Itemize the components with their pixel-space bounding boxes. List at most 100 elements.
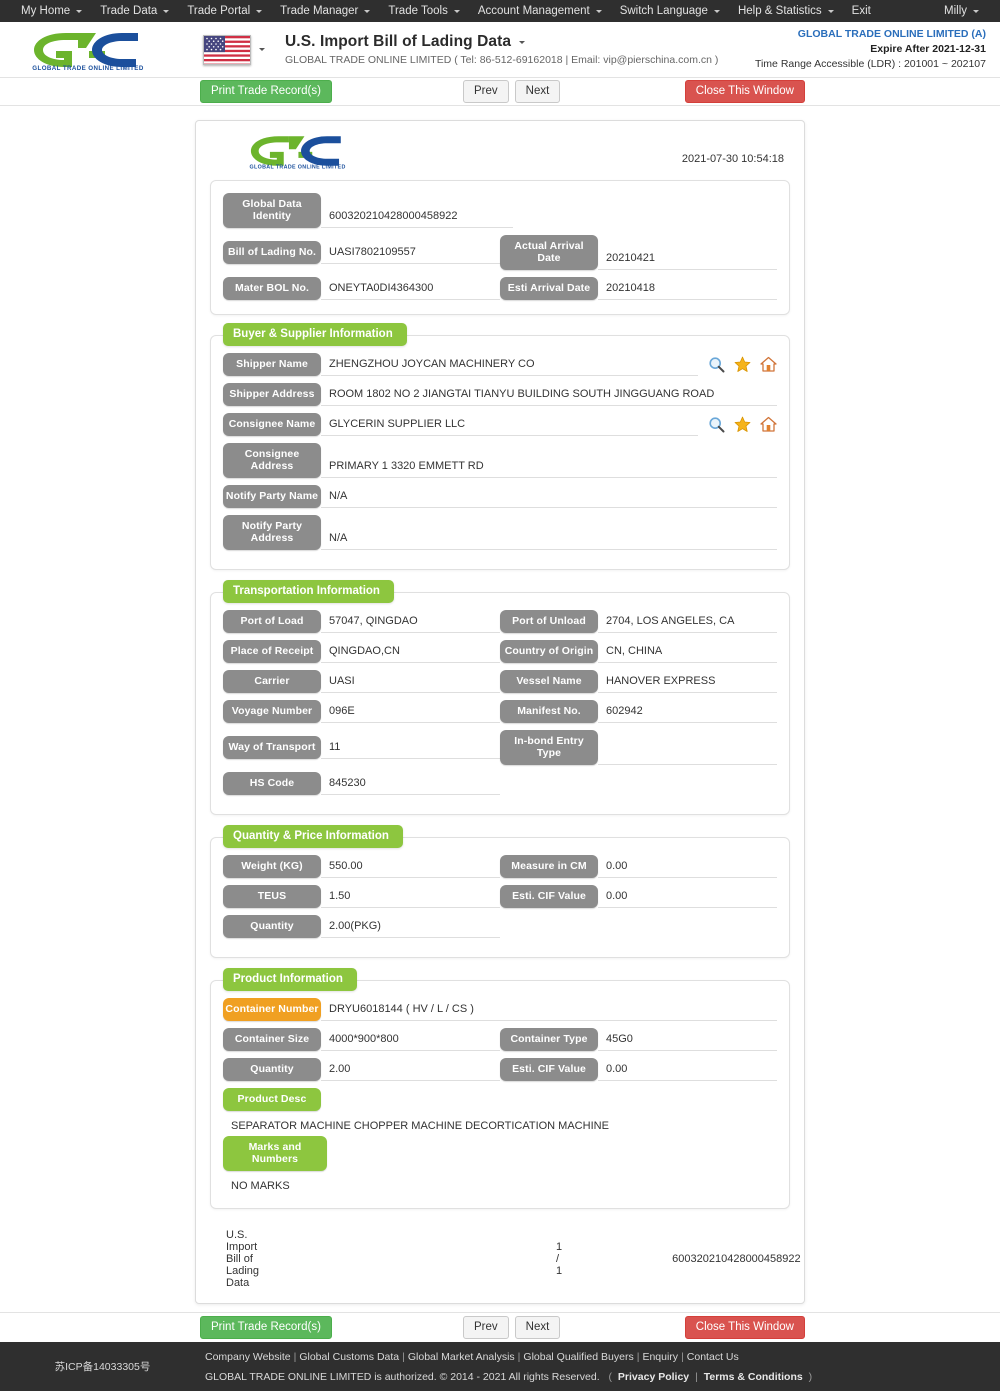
field-row: Weight (KG) 550.00 Measure in CM 0.00 bbox=[223, 855, 777, 878]
toolbar-top: Print Trade Record(s) Prev Next Close Th… bbox=[0, 78, 1000, 106]
chevron-down-icon bbox=[364, 9, 371, 13]
print-trade-records-button-bottom[interactable]: Print Trade Record(s) bbox=[200, 1316, 332, 1339]
field-row: TEUS 1.50 Esti. CIF Value 0.00 bbox=[223, 885, 777, 908]
footer-link-contact-us[interactable]: Contact Us bbox=[687, 1351, 739, 1363]
label-marks-and-numbers: Marks and Numbers bbox=[223, 1136, 327, 1171]
value-bill-of-lading-no: UASI7802109557 bbox=[321, 246, 500, 264]
account-name[interactable]: GLOBAL TRADE ONLINE LIMITED (A) bbox=[755, 27, 986, 42]
footer-link-global-customs-data[interactable]: Global Customs Data bbox=[299, 1351, 399, 1363]
footer-link-global-market-analysis[interactable]: Global Market Analysis bbox=[408, 1351, 515, 1363]
user-menu-item[interactable]: Milly bbox=[935, 0, 988, 22]
star-icon[interactable] bbox=[734, 356, 751, 373]
user-menu[interactable]: Milly bbox=[935, 0, 988, 22]
label-container-number[interactable]: Container Number bbox=[223, 998, 321, 1021]
footer-separator: | bbox=[402, 1350, 405, 1363]
nav-item-switch-language[interactable]: Switch Language bbox=[611, 0, 729, 22]
nav-item-label: Account Management bbox=[477, 5, 590, 17]
sheet-footer-doc-name: U.S. Import Bill of Lading Data bbox=[226, 1229, 260, 1289]
value-teus: 1.50 bbox=[321, 890, 500, 908]
prev-button[interactable]: Prev bbox=[463, 80, 509, 103]
value-quantity: 2.00 bbox=[321, 1063, 500, 1081]
footer-link-enquiry[interactable]: Enquiry bbox=[642, 1351, 678, 1363]
value-container-size: 4000*900*800 bbox=[321, 1033, 500, 1051]
next-button[interactable]: Next bbox=[514, 80, 561, 103]
label-port-of-unload: Port of Unload bbox=[500, 610, 598, 633]
chevron-down-icon[interactable] bbox=[519, 40, 526, 44]
value-esti-cif-value: 0.00 bbox=[598, 890, 777, 908]
value-esti-arrival-date: 20210418 bbox=[598, 282, 777, 300]
field-row: Place of Receipt QINGDAO,CN Country of Ori… bbox=[223, 640, 777, 663]
close-window-button[interactable]: Close This Window bbox=[684, 80, 805, 103]
chevron-down-icon[interactable] bbox=[259, 48, 265, 51]
value-place-of-receipt: QINGDAO,CN bbox=[321, 645, 500, 663]
field-row: Global Data Identity 6003202104280004589… bbox=[223, 193, 777, 228]
value-container-type: 45G0 bbox=[598, 1033, 777, 1051]
field-row: Quantity 2.00(PKG) bbox=[223, 915, 777, 938]
nav-item-help-statistics[interactable]: Help & Statistics bbox=[729, 0, 843, 22]
value-product-desc: SEPARATOR MACHINE CHOPPER MACHINE DECORT… bbox=[231, 1120, 609, 1132]
field-row: Consignee Address PRIMARY 1 3320 EMMETT R… bbox=[223, 443, 777, 478]
label-global-data-identity: Global Data Identity bbox=[223, 193, 321, 228]
value-weight-kg: 550.00 bbox=[321, 860, 500, 878]
label-actual-arrival-date: Actual Arrival Date bbox=[500, 235, 598, 270]
star-icon[interactable] bbox=[734, 416, 751, 433]
footer-copyright: GLOBAL TRADE ONLINE LIMITED is authorize… bbox=[205, 1370, 600, 1383]
nav-item-trade-portal[interactable]: Trade Portal bbox=[178, 0, 271, 22]
print-trade-records-button[interactable]: Print Trade Record(s) bbox=[200, 80, 332, 103]
nav-item-trade-manager[interactable]: Trade Manager bbox=[271, 0, 379, 22]
label-voyage-number: Voyage Number bbox=[223, 700, 321, 723]
us-flag-icon[interactable] bbox=[203, 34, 251, 65]
top-navigation-bar: My Home Trade Data Trade Portal Trade Manag… bbox=[0, 0, 1000, 22]
label-vessel-name: Vessel Name bbox=[500, 670, 598, 693]
value-shipper-address: ROOM 1802 NO 2 JIANGTAI TIANYU BUILDING … bbox=[321, 388, 777, 406]
next-button-bottom[interactable]: Next bbox=[514, 1316, 561, 1339]
footer-link-privacy-policy[interactable]: Privacy Policy bbox=[618, 1371, 689, 1383]
record-pager-top: Prev Next bbox=[463, 80, 561, 103]
footer-link-terms[interactable]: Terms & Conditions bbox=[704, 1371, 803, 1383]
home-icon[interactable] bbox=[760, 416, 777, 433]
section-title-product: Product Information bbox=[223, 968, 357, 991]
page-title[interactable]: U.S. Import Bill of Lading Data bbox=[285, 33, 718, 51]
footer-separator: | bbox=[681, 1350, 684, 1363]
field-row: Marks and Numbers bbox=[223, 1136, 777, 1171]
country-selector[interactable] bbox=[203, 34, 265, 65]
value-voyage-number: 096E bbox=[321, 705, 500, 723]
value-measure-in-cm: 0.00 bbox=[598, 860, 777, 878]
value-way-of-transport: 11 bbox=[321, 741, 500, 759]
footer-link-global-qualified-buyers[interactable]: Global Qualified Buyers bbox=[523, 1351, 633, 1363]
nav-item-exit[interactable]: Exit bbox=[843, 0, 880, 22]
search-icon[interactable] bbox=[708, 416, 725, 433]
close-window-button-bottom[interactable]: Close This Window bbox=[684, 1316, 805, 1339]
quantity-price-card: Quantity & Price Information Weight (KG)… bbox=[210, 825, 790, 958]
prev-button-bottom[interactable]: Prev bbox=[463, 1316, 509, 1339]
nav-item-label: Exit bbox=[851, 5, 871, 17]
nav-item-trade-tools[interactable]: Trade Tools bbox=[379, 0, 468, 22]
label-place-of-receipt: Place of Receipt bbox=[223, 640, 321, 663]
home-icon[interactable] bbox=[760, 356, 777, 373]
footer-links: Company Website | Global Customs Data | Glob… bbox=[205, 1347, 815, 1387]
paren-close: ) bbox=[808, 1370, 813, 1383]
section-title-transportation: Transportation Information bbox=[223, 580, 394, 603]
identity-card: Global Data Identity 6003202104280004589… bbox=[210, 180, 790, 315]
svg-text:GLOBAL TRADE ONLINE LIMITED: GLOBAL TRADE ONLINE LIMITED bbox=[32, 65, 144, 71]
field-row: Notify Party Address N/A bbox=[223, 515, 777, 550]
nav-item-account-management[interactable]: Account Management bbox=[469, 0, 611, 22]
field-row: Carrier UASI Vessel Name HANOVER EXPRESS bbox=[223, 670, 777, 693]
account-expiry: Expire After 2021-12-31 bbox=[870, 43, 986, 55]
value-shipper-name: ZHENGZHOU JOYCAN MACHINERY CO bbox=[321, 358, 698, 376]
label-esti-cif-value: Esti. CIF Value bbox=[500, 1058, 598, 1081]
search-icon[interactable] bbox=[708, 356, 725, 373]
footer-link-company-website[interactable]: Company Website bbox=[205, 1351, 291, 1363]
footer-separator: | bbox=[293, 1350, 297, 1363]
nav-item-my-home[interactable]: My Home bbox=[12, 0, 91, 22]
value-container-number: DRYU6018144 ( HV / L / CS ) bbox=[321, 1003, 777, 1021]
field-row: Shipper Name ZHENGZHOU JOYCAN MACHINERY C… bbox=[223, 353, 777, 376]
document-title-block: U.S. Import Bill of Lading Data GLOBAL T… bbox=[285, 33, 718, 66]
field-row: Quantity 2.00 Esti. CIF Value 0.00 bbox=[223, 1058, 777, 1081]
chevron-down-icon bbox=[973, 9, 979, 13]
nav-item-trade-data[interactable]: Trade Data bbox=[91, 0, 178, 22]
value-consignee-name: GLYCERIN SUPPLIER LLC bbox=[321, 418, 698, 436]
account-info: GLOBAL TRADE ONLINE LIMITED (A) Expire A… bbox=[755, 27, 986, 72]
nav-item-label: Switch Language bbox=[619, 5, 708, 17]
nav-item-label: Trade Tools bbox=[388, 5, 448, 17]
